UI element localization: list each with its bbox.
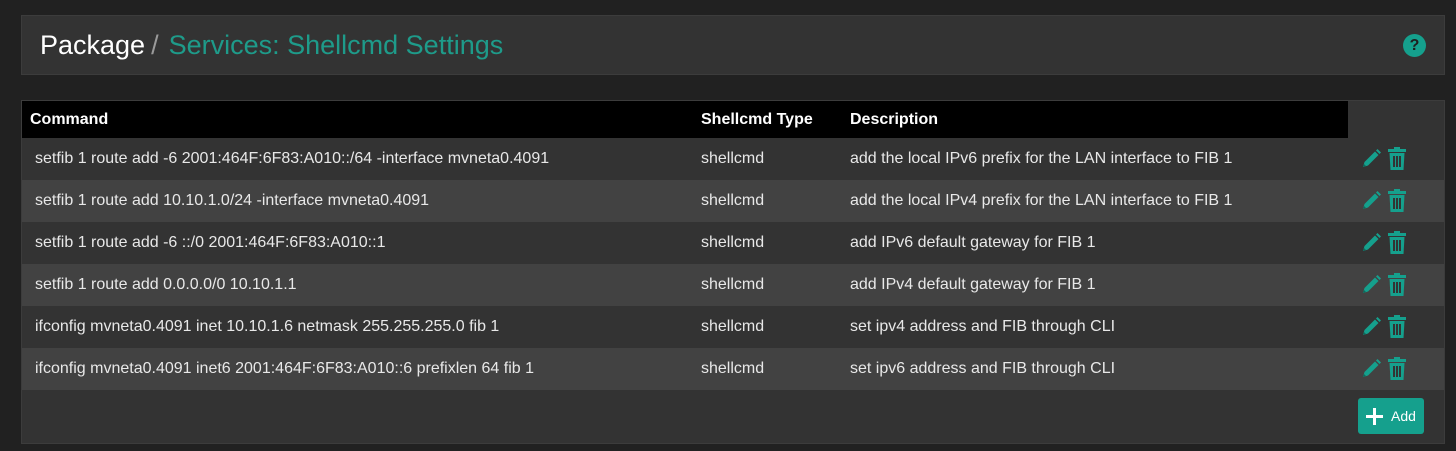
trash-icon[interactable]: [1386, 357, 1408, 381]
trash-icon[interactable]: [1386, 231, 1408, 255]
table-row: setfib 1 route add 0.0.0.0/0 10.10.1.1 sh…: [22, 264, 1444, 306]
command-cell: ifconfig mvneta0.4091 inet 10.10.1.6 net…: [35, 318, 500, 335]
table-row: setfib 1 route add -6 ::/0 2001:464F:6F8…: [22, 222, 1444, 264]
pencil-icon[interactable]: [1360, 357, 1382, 381]
trash-icon[interactable]: [1386, 147, 1408, 171]
description-cell: add the local IPv6 prefix for the LAN in…: [850, 150, 1233, 167]
type-cell: shellcmd: [701, 360, 765, 377]
trash-icon[interactable]: [1386, 189, 1408, 213]
breadcrumb-root[interactable]: Package: [40, 30, 145, 61]
row-actions: [1348, 180, 1444, 222]
plus-icon: [1366, 407, 1384, 425]
pencil-icon[interactable]: [1360, 231, 1382, 255]
row-actions: [1348, 138, 1444, 180]
column-header-description[interactable]: Description: [842, 101, 1348, 138]
row-actions: [1348, 222, 1444, 264]
pencil-icon[interactable]: [1360, 189, 1382, 213]
row-actions: [1348, 264, 1444, 306]
type-cell: shellcmd: [701, 234, 765, 251]
page-header: Package / Services: Shellcmd Settings ?: [21, 15, 1445, 75]
description-cell: add IPv6 default gateway for FIB 1: [850, 234, 1096, 251]
command-cell: setfib 1 route add 0.0.0.0/0 10.10.1.1: [35, 276, 297, 293]
add-button[interactable]: Add: [1358, 398, 1424, 434]
table-row: ifconfig mvneta0.4091 inet 10.10.1.6 net…: [22, 306, 1444, 348]
description-cell: set ipv4 address and FIB through CLI: [850, 318, 1116, 335]
question-circle-icon[interactable]: ?: [1403, 34, 1426, 57]
add-button-label: Add: [1391, 408, 1416, 424]
type-cell: shellcmd: [701, 318, 765, 335]
pencil-icon[interactable]: [1360, 315, 1382, 339]
trash-icon[interactable]: [1386, 315, 1408, 339]
column-header-actions: [1348, 101, 1444, 138]
table-row: ifconfig mvneta0.4091 inet6 2001:464F:6F…: [22, 348, 1444, 390]
type-cell: shellcmd: [701, 192, 765, 209]
command-cell: setfib 1 route add 10.10.1.0/24 -interfa…: [35, 192, 430, 209]
command-cell: setfib 1 route add -6 ::/0 2001:464F:6F8…: [35, 234, 386, 251]
command-cell: setfib 1 route add -6 2001:464F:6F83:A01…: [35, 150, 550, 167]
breadcrumb-separator: /: [151, 29, 159, 60]
pencil-icon[interactable]: [1360, 273, 1382, 297]
table-row: setfib 1 route add -6 2001:464F:6F83:A01…: [22, 138, 1444, 180]
column-header-type[interactable]: Shellcmd Type: [693, 101, 842, 138]
table-header-row: Command Shellcmd Type Description: [22, 101, 1444, 138]
shellcmd-table-panel: Command Shellcmd Type Description setfib…: [21, 100, 1445, 444]
shellcmd-table: Command Shellcmd Type Description setfib…: [22, 101, 1444, 390]
pencil-icon[interactable]: [1360, 147, 1382, 171]
row-actions: [1348, 348, 1444, 390]
command-cell: ifconfig mvneta0.4091 inet6 2001:464F:6F…: [35, 360, 535, 377]
page-title[interactable]: Services: Shellcmd Settings: [169, 30, 504, 61]
description-cell: add the local IPv4 prefix for the LAN in…: [850, 192, 1233, 209]
description-cell: set ipv6 address and FIB through CLI: [850, 360, 1116, 377]
table-row: setfib 1 route add 10.10.1.0/24 -interfa…: [22, 180, 1444, 222]
type-cell: shellcmd: [701, 150, 765, 167]
description-cell: add IPv4 default gateway for FIB 1: [850, 276, 1096, 293]
trash-icon[interactable]: [1386, 273, 1408, 297]
column-header-command[interactable]: Command: [22, 101, 693, 138]
type-cell: shellcmd: [701, 276, 765, 293]
row-actions: [1348, 306, 1444, 348]
